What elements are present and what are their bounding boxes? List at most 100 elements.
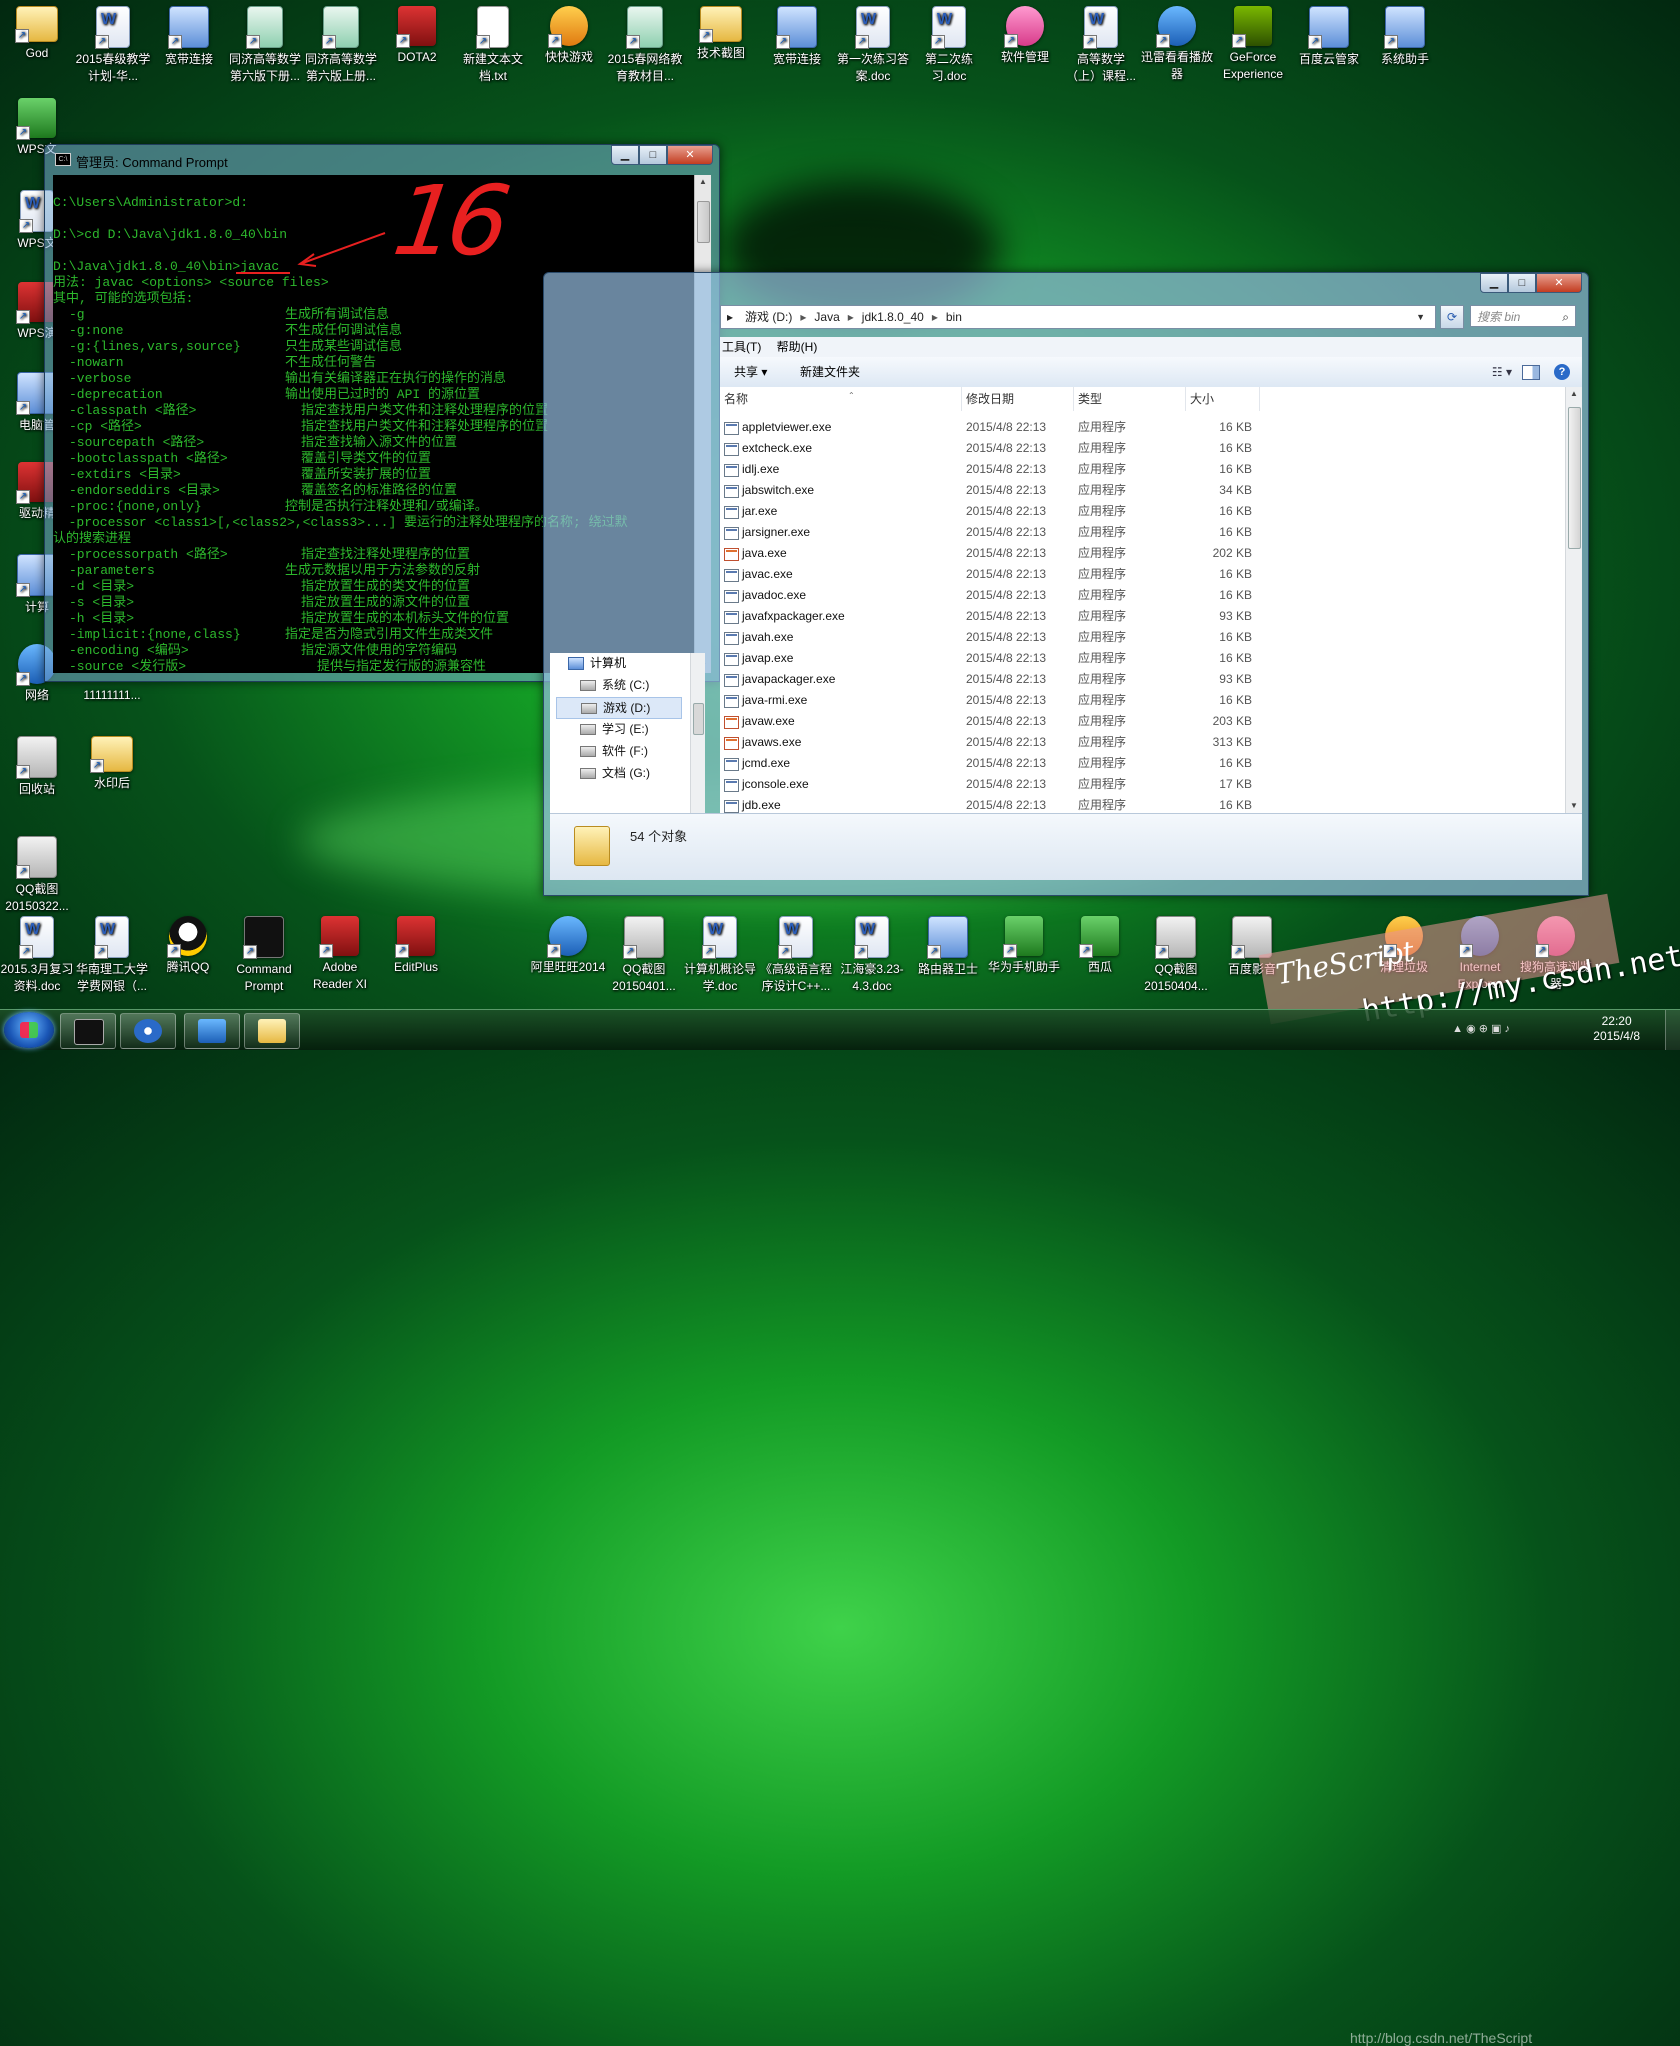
- file-row[interactable]: javac.exe 2015/4/8 22:13 应用程序 16 KB: [720, 564, 1566, 585]
- desktop-bottom-icon-0[interactable]: 2015.3月复习资料.doc: [0, 910, 75, 995]
- cmd-scroll-thumb[interactable]: [697, 201, 710, 243]
- address-segment[interactable]: Java: [814, 310, 839, 324]
- file-row[interactable]: jabswitch.exe 2015/4/8 22:13 应用程序 34 KB: [720, 480, 1566, 501]
- file-row[interactable]: javaw.exe 2015/4/8 22:13 应用程序 203 KB: [720, 711, 1566, 732]
- nav-drive-3[interactable]: 软件 (F:): [580, 741, 648, 761]
- nav-drive-2[interactable]: 学习 (E:): [580, 719, 649, 739]
- file-row[interactable]: jcmd.exe 2015/4/8 22:13 应用程序 16 KB: [720, 753, 1566, 774]
- share-button[interactable]: 共享 ▾: [734, 357, 767, 387]
- address-segment[interactable]: bin: [946, 310, 962, 324]
- navigation-pane[interactable]: 计算机 系统 (C:) 游戏 (D:) 学习 (E:) 软件 (F:) 文档 (G:): [550, 653, 690, 813]
- desktop-top-icon-3[interactable]: 同济高等数学第六版下册...: [227, 0, 303, 85]
- file-list-scrollbar[interactable]: ▲ ▼: [1565, 387, 1582, 813]
- desktop-top-icon-9[interactable]: 技术截图: [683, 0, 759, 62]
- desktop-top-icon-5[interactable]: DOTA2: [379, 0, 455, 66]
- desktop-bottom-icon-14[interactable]: QQ截图20150404...: [1138, 910, 1214, 995]
- file-list[interactable]: 名称 ⌃ 修改日期 类型 大小 appletviewer.exe 2015/4/8…: [720, 387, 1582, 813]
- nav-drive-4[interactable]: 文档 (G:): [580, 763, 650, 783]
- list-scroll-up-icon[interactable]: ▲: [1566, 387, 1582, 401]
- file-row[interactable]: javadoc.exe 2015/4/8 22:13 应用程序 16 KB: [720, 585, 1566, 606]
- menu-help[interactable]: 帮助(H): [777, 340, 818, 354]
- maximize-button[interactable]: □: [639, 145, 667, 165]
- cmd-title-bar[interactable]: C:\ 管理员: Command Prompt ▁ □ ✕: [45, 145, 719, 173]
- show-desktop-button[interactable]: [1665, 1010, 1680, 1050]
- desktop-bottom-icon-5[interactable]: EditPlus: [378, 910, 454, 976]
- taskbar-cmd-button[interactable]: [60, 1013, 116, 1049]
- desktop-top-icon-0[interactable]: God: [0, 0, 75, 62]
- desktop-bottom-icon-6[interactable]: 阿里旺旺2014: [530, 910, 606, 976]
- desktop-bottom-icon-11[interactable]: 路由器卫士: [910, 910, 986, 978]
- file-row[interactable]: extcheck.exe 2015/4/8 22:13 应用程序 16 KB: [720, 438, 1566, 459]
- taskbar-router-button[interactable]: [184, 1013, 240, 1049]
- desktop-top-icon-13[interactable]: 软件管理: [987, 0, 1063, 66]
- explorer-minimize-button[interactable]: ▁: [1480, 273, 1508, 293]
- desktop-left-icon-7[interactable]: 回收站: [0, 730, 75, 798]
- desktop-top-icon-8[interactable]: 2015春网络教育教材目...: [607, 0, 683, 85]
- new-folder-button[interactable]: 新建文件夹: [800, 357, 860, 387]
- menu-tools[interactable]: 工具(T): [722, 340, 761, 354]
- nav-scroll-thumb[interactable]: [693, 703, 704, 735]
- view-options-icon[interactable]: ☷ ▾: [1492, 357, 1512, 387]
- nav-scrollbar[interactable]: [690, 653, 705, 813]
- nav-computer[interactable]: 计算机: [568, 653, 626, 673]
- address-chevron-icon[interactable]: ▸: [727, 310, 733, 324]
- explorer-window[interactable]: ▁ □ ✕ ▸ 游戏 (D:) ▸ Java ▸ jdk1.8.0_40 ▸ bin ▼ ⟳ 搜…: [543, 272, 1589, 896]
- list-scroll-down-icon[interactable]: ▼: [1566, 799, 1582, 813]
- desktop-bottom-icon-1[interactable]: 华南理工大学学费网银（...: [74, 910, 150, 995]
- column-size[interactable]: 大小: [1186, 387, 1260, 411]
- desktop-top-icon-2[interactable]: 宽带连接: [151, 0, 227, 68]
- desktop-top-icon-15[interactable]: 迅雷看看播放器: [1139, 0, 1215, 83]
- taskbar-explorer-button[interactable]: [244, 1013, 300, 1049]
- desktop-top-icon-14[interactable]: 高等数学（上）课程...: [1063, 0, 1139, 85]
- file-row[interactable]: jarsigner.exe 2015/4/8 22:13 应用程序 16 KB: [720, 522, 1566, 543]
- desktop-bottom-icon-7[interactable]: QQ截图20150401...: [606, 910, 682, 995]
- address-segment[interactable]: jdk1.8.0_40: [862, 310, 924, 324]
- file-row[interactable]: javaws.exe 2015/4/8 22:13 应用程序 313 KB: [720, 732, 1566, 753]
- search-input[interactable]: 搜索 bin ⌕: [1470, 305, 1576, 327]
- file-row[interactable]: appletviewer.exe 2015/4/8 22:13 应用程序 16 KB: [720, 417, 1566, 438]
- desktop-bottom-icon-12[interactable]: 华为手机助手: [986, 910, 1062, 976]
- address-segment[interactable]: 游戏 (D:): [745, 310, 792, 324]
- address-bar[interactable]: ▸ 游戏 (D:) ▸ Java ▸ jdk1.8.0_40 ▸ bin ▼: [720, 305, 1436, 329]
- file-row[interactable]: jconsole.exe 2015/4/8 22:13 应用程序 17 KB: [720, 774, 1566, 795]
- address-sep-icon[interactable]: ▸: [800, 310, 806, 324]
- system-tray[interactable]: ▲ ◉ ⊕ ▣ ♪: [1452, 1022, 1510, 1035]
- file-row[interactable]: javafxpackager.exe 2015/4/8 22:13 应用程序 93 K…: [720, 606, 1566, 627]
- desktop-bottom-icon-9[interactable]: 《高级语言程序设计C++...: [758, 910, 834, 995]
- scroll-up-icon[interactable]: ▲: [695, 175, 711, 189]
- desktop-top-icon-10[interactable]: 宽带连接: [759, 0, 835, 68]
- file-row[interactable]: javah.exe 2015/4/8 22:13 应用程序 16 KB: [720, 627, 1566, 648]
- file-row[interactable]: idlj.exe 2015/4/8 22:13 应用程序 16 KB: [720, 459, 1566, 480]
- nav-drive-0[interactable]: 系统 (C:): [580, 675, 649, 695]
- address-dropdown-icon[interactable]: ▼: [1416, 306, 1425, 328]
- desktop-top-icon-18[interactable]: 系统助手: [1367, 0, 1443, 68]
- desktop-top-icon-1[interactable]: 2015春级教学计划-华...: [75, 0, 151, 85]
- close-button[interactable]: ✕: [667, 145, 713, 165]
- file-row[interactable]: java.exe 2015/4/8 22:13 应用程序 202 KB: [720, 543, 1566, 564]
- address-sep-icon[interactable]: ▸: [932, 310, 938, 324]
- explorer-close-button[interactable]: ✕: [1536, 273, 1582, 293]
- desktop-bottom-icon-4[interactable]: Adobe Reader XI: [302, 910, 378, 993]
- desktop-bottom-icon-3[interactable]: Command Prompt: [226, 910, 302, 995]
- file-row[interactable]: javap.exe 2015/4/8 22:13 应用程序 16 KB: [720, 648, 1566, 669]
- desktop-top-icon-17[interactable]: 百度云管家: [1291, 0, 1367, 68]
- desktop-top-icon-16[interactable]: GeForce Experience: [1215, 0, 1291, 83]
- search-icon[interactable]: ⌕: [1562, 306, 1569, 328]
- desktop-bottom-icon-13[interactable]: 西瓜: [1062, 910, 1138, 976]
- desktop-top-icon-4[interactable]: 同济高等数学第六版上册...: [303, 0, 379, 85]
- refresh-icon[interactable]: ⟳: [1440, 305, 1464, 329]
- file-row[interactable]: jdb.exe 2015/4/8 22:13 应用程序 16 KB: [720, 795, 1566, 813]
- preview-pane-icon[interactable]: [1522, 365, 1540, 380]
- minimize-button[interactable]: ▁: [611, 145, 639, 165]
- file-row[interactable]: java-rmi.exe 2015/4/8 22:13 应用程序 16 KB: [720, 690, 1566, 711]
- desktop-bottom-icon-8[interactable]: 计算机概论导学.doc: [682, 910, 758, 995]
- nav-drive-1[interactable]: 游戏 (D:): [556, 697, 682, 719]
- desktop-misc-icon-1[interactable]: 水印后: [74, 730, 150, 792]
- desktop-top-icon-12[interactable]: 第二次练习.doc: [911, 0, 987, 85]
- desktop-top-icon-7[interactable]: 快快游戏: [531, 0, 607, 66]
- start-button[interactable]: [4, 1012, 54, 1048]
- desktop-top-icon-6[interactable]: 新建文本文档.txt: [455, 0, 531, 85]
- column-type[interactable]: 类型: [1074, 387, 1186, 411]
- file-row[interactable]: jar.exe 2015/4/8 22:13 应用程序 16 KB: [720, 501, 1566, 522]
- explorer-maximize-button[interactable]: □: [1508, 273, 1536, 293]
